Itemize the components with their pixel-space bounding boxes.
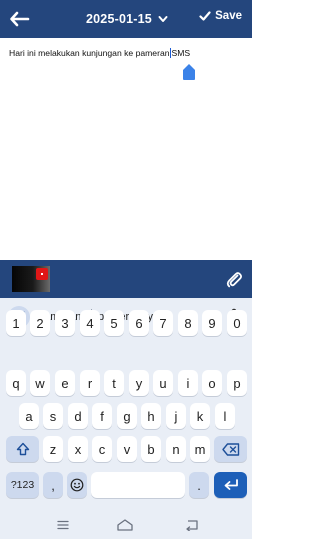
key-6[interactable]: 6 [129,310,149,336]
key-h[interactable]: h [141,403,161,429]
key-q[interactable]: q [6,370,26,396]
symbols-key[interactable]: ?123 [6,472,39,498]
attachment-bar [0,260,252,298]
back-arrow-icon [10,11,30,27]
key-w[interactable]: w [30,370,50,396]
key-k[interactable]: k [190,403,210,429]
enter-key[interactable] [214,472,247,498]
key-f[interactable]: f [92,403,112,429]
backspace-key[interactable] [214,436,247,462]
system-navigation-bar [0,512,252,539]
key-z[interactable]: z [43,436,63,462]
key-x[interactable]: x [68,436,88,462]
key-8[interactable]: 8 [178,310,198,336]
note-editor[interactable]: Hari ini melakukan kunjungan ke pameran S… [0,38,252,260]
key-j[interactable]: j [166,403,186,429]
key-a[interactable]: a [19,403,39,429]
key-3[interactable]: 3 [55,310,75,336]
key-t[interactable]: t [104,370,124,396]
home-icon[interactable] [117,519,133,531]
note-text[interactable]: Hari ini melakukan kunjungan ke pameran S… [9,48,190,58]
shift-arrow-icon [16,442,29,456]
key-m[interactable]: m [190,436,210,462]
key-0[interactable]: 0 [227,310,247,336]
key-n[interactable]: n [166,436,186,462]
key-r[interactable]: r [80,370,100,396]
key-4[interactable]: 4 [80,310,100,336]
key-g[interactable]: g [117,403,137,429]
key-e[interactable]: e [55,370,75,396]
period-key[interactable]: . [189,472,209,498]
key-v[interactable]: v [117,436,137,462]
key-5[interactable]: 5 [104,310,124,336]
check-icon [199,11,211,21]
emoji-key[interactable] [67,472,87,498]
key-y[interactable]: y [129,370,149,396]
enter-arrow-icon [224,479,238,490]
save-label: Save [215,10,242,22]
back-icon[interactable] [185,519,199,531]
key-u[interactable]: u [153,370,173,396]
chevron-down-icon [158,16,168,22]
key-i[interactable]: i [178,370,198,396]
space-key[interactable] [91,472,185,498]
key-s[interactable]: s [43,403,63,429]
key-p[interactable]: p [227,370,247,396]
date-label: 2025-01-15 [86,12,152,26]
key-9[interactable]: 9 [202,310,222,336]
key-l[interactable]: l [215,403,235,429]
smiley-icon [70,478,84,492]
video-thumbnail[interactable] [12,266,50,292]
key-1[interactable]: 1 [6,310,26,336]
backspace-icon [221,442,239,456]
note-text-before-caret: Hari ini melakukan kunjungan ke pameran [9,48,170,58]
key-7[interactable]: 7 [153,310,173,336]
key-d[interactable]: d [68,403,88,429]
video-badge-icon [36,268,48,280]
comma-key[interactable]: , [43,472,63,498]
key-2[interactable]: 2 [30,310,50,336]
key-o[interactable]: o [202,370,222,396]
on-screen-keyboard: pameran pamerannya 1 2 3 4 5 6 7 8 9 0 q… [0,298,252,539]
menu-icon[interactable] [57,519,69,531]
top-app-bar: 2025-01-15 Save [0,0,252,38]
paperclip-icon[interactable] [226,270,242,288]
save-button[interactable]: Save [199,10,242,22]
key-b[interactable]: b [141,436,161,462]
note-text-after-caret: SMS [171,48,191,58]
key-c[interactable]: c [92,436,112,462]
shift-key[interactable] [6,436,39,462]
date-selector[interactable]: 2025-01-15 [86,10,168,28]
back-button[interactable] [8,8,32,30]
selection-handle-icon[interactable] [183,64,195,80]
